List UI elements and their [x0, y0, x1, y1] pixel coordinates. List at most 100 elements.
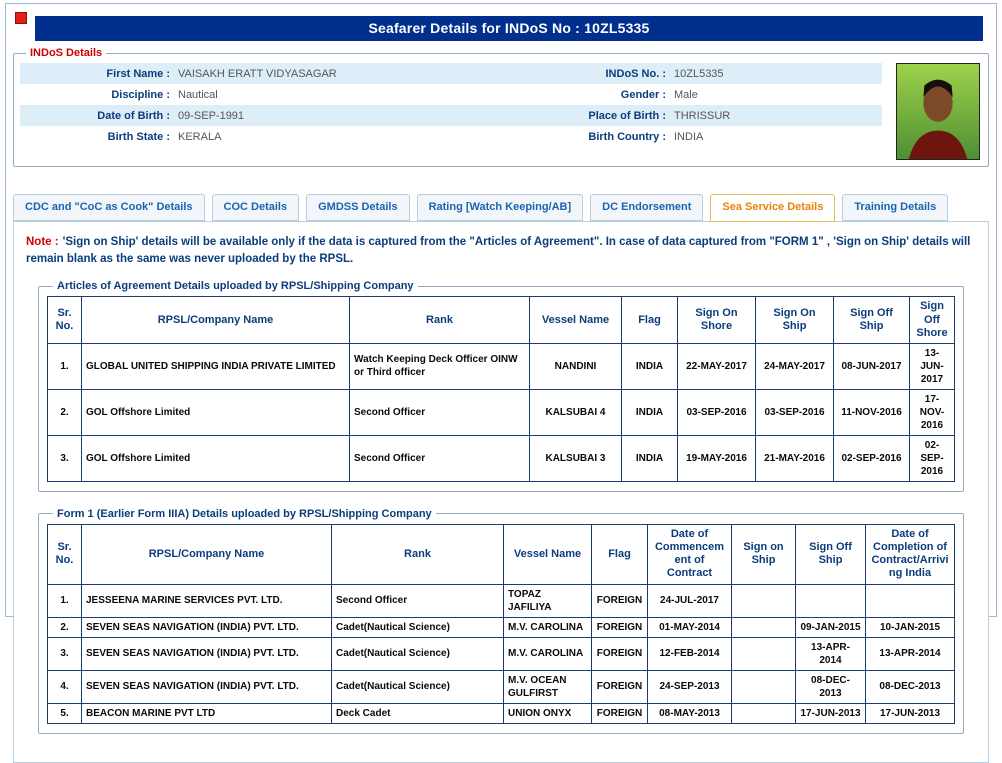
- table-cell: SEVEN SEAS NAVIGATION (INDIA) PVT. LTD.: [82, 637, 332, 670]
- detail-value: 10ZL5335: [674, 68, 882, 80]
- table-cell: INDIA: [622, 343, 678, 389]
- detail-label: Gender :: [516, 89, 666, 101]
- table-cell: 1.: [48, 584, 82, 617]
- column-header: Sign Off Shore: [910, 297, 955, 344]
- column-header: Vessel Name: [530, 297, 622, 344]
- header-row: Sr. No.RPSL/Company NameRankVessel NameF…: [48, 297, 955, 344]
- table-cell: [732, 617, 796, 637]
- table-cell: 11-NOV-2016: [834, 389, 910, 435]
- table-cell: GOL Offshore Limited: [82, 435, 350, 481]
- table-cell: Second Officer: [332, 584, 504, 617]
- tab-cdc-and-coc-as-cook-details[interactable]: CDC and "CoC as Cook" Details: [13, 194, 205, 221]
- table-cell: 22-MAY-2017: [678, 343, 756, 389]
- table-cell: SEVEN SEAS NAVIGATION (INDIA) PVT. LTD.: [82, 670, 332, 703]
- table-cell: 08-DEC-2013: [866, 670, 955, 703]
- column-header: Date of Commencement of Contract: [648, 524, 732, 584]
- detail-row: Date of Birth : 09-SEP-1991 Place of Birth…: [20, 105, 882, 126]
- table-row: 5.BEACON MARINE PVT LTDDeck CadetUNION O…: [48, 703, 955, 723]
- tab-dc-endorsement[interactable]: DC Endorsement: [590, 194, 703, 221]
- form1-legend: Form 1 (Earlier Form IIIA) Details uploa…: [53, 508, 436, 520]
- table-cell: 3.: [48, 637, 82, 670]
- table-cell: 21-MAY-2016: [756, 435, 834, 481]
- table-cell: UNION ONYX: [504, 703, 592, 723]
- table-cell: 09-JAN-2015: [796, 617, 866, 637]
- table-cell: 02-SEP-2016: [834, 435, 910, 481]
- table-cell: 2.: [48, 389, 82, 435]
- table-cell: 03-SEP-2016: [678, 389, 756, 435]
- tab-training-details[interactable]: Training Details: [842, 194, 948, 221]
- detail-value: 09-SEP-1991: [178, 110, 508, 122]
- table-row: 2.GOL Offshore LimitedSecond OfficerKALS…: [48, 389, 955, 435]
- column-header: Sign Off Ship: [834, 297, 910, 344]
- table-cell: INDIA: [622, 389, 678, 435]
- seafarer-photo: [896, 63, 980, 160]
- table-row: 3.SEVEN SEAS NAVIGATION (INDIA) PVT. LTD…: [48, 637, 955, 670]
- table-row: 1.GLOBAL UNITED SHIPPING INDIA PRIVATE L…: [48, 343, 955, 389]
- broken-image-icon: [15, 12, 27, 24]
- detail-value: Nautical: [178, 89, 508, 101]
- table-cell: 13-APR-2014: [796, 637, 866, 670]
- table-cell: FOREIGN: [592, 617, 648, 637]
- articles-legend: Articles of Agreement Details uploaded b…: [53, 280, 418, 292]
- table-cell: TOPAZ JAFILIYA: [504, 584, 592, 617]
- articles-table: Sr. No.RPSL/Company NameRankVessel NameF…: [47, 296, 955, 482]
- column-header: Rank: [332, 524, 504, 584]
- detail-label: Place of Birth :: [516, 110, 666, 122]
- table-cell: 4.: [48, 670, 82, 703]
- table-cell: BEACON MARINE PVT LTD: [82, 703, 332, 723]
- table-cell: JESSEENA MARINE SERVICES PVT. LTD.: [82, 584, 332, 617]
- table-cell: 24-SEP-2013: [648, 670, 732, 703]
- table-cell: Cadet(Nautical Science): [332, 617, 504, 637]
- table-cell: 08-MAY-2013: [648, 703, 732, 723]
- table-cell: FOREIGN: [592, 703, 648, 723]
- table-cell: 13-JUN-2017: [910, 343, 955, 389]
- table-cell: 17-JUN-2013: [866, 703, 955, 723]
- detail-label: Birth Country :: [516, 131, 666, 143]
- table-cell: GOL Offshore Limited: [82, 389, 350, 435]
- column-header: Sr. No.: [48, 524, 82, 584]
- table-cell: 5.: [48, 703, 82, 723]
- table-cell: 08-DEC-2013: [796, 670, 866, 703]
- table-cell: Second Officer: [350, 389, 530, 435]
- table-cell: 08-JUN-2017: [834, 343, 910, 389]
- detail-value: Male: [674, 89, 882, 101]
- table-cell: 13-APR-2014: [866, 637, 955, 670]
- tab-rating-watch-keeping-ab[interactable]: Rating [Watch Keeping/AB]: [417, 194, 584, 221]
- form1-table: Sr. No.RPSL/Company NameRankVessel NameF…: [47, 524, 955, 724]
- tab-coc-details[interactable]: COC Details: [212, 194, 300, 221]
- detail-value: KERALA: [178, 131, 508, 143]
- table-cell: 02-SEP-2016: [910, 435, 955, 481]
- articles-of-agreement-section: Articles of Agreement Details uploaded b…: [38, 280, 964, 492]
- table-cell: 10-JAN-2015: [866, 617, 955, 637]
- column-header: RPSL/Company Name: [82, 297, 350, 344]
- column-header: Date of Completion of Contract/Arriving …: [866, 524, 955, 584]
- column-header: Sign On Shore: [678, 297, 756, 344]
- indos-details-section: INDoS Details First Name :VAISAKH ERATT …: [13, 47, 989, 167]
- indos-details-legend: INDoS Details: [26, 47, 106, 59]
- table-cell: INDIA: [622, 435, 678, 481]
- table-cell: Watch Keeping Deck Officer OINW or Third…: [350, 343, 530, 389]
- table-cell: 1.: [48, 343, 82, 389]
- table-cell: FOREIGN: [592, 584, 648, 617]
- detail-label: Birth State :: [20, 131, 170, 143]
- table-cell: KALSUBAI 3: [530, 435, 622, 481]
- table-cell: M.V. CAROLINA: [504, 617, 592, 637]
- column-header: Flag: [622, 297, 678, 344]
- column-header: Vessel Name: [504, 524, 592, 584]
- table-cell: 2.: [48, 617, 82, 637]
- table-cell: M.V. OCEAN GULFIRST: [504, 670, 592, 703]
- header-row: Sr. No.RPSL/Company NameRankVessel NameF…: [48, 524, 955, 584]
- indos-details-body: First Name :VAISAKH ERATT VIDYASAGARINDo…: [20, 61, 982, 160]
- detail-label: Date of Birth :: [20, 110, 170, 122]
- tab-gmdss-details[interactable]: GMDSS Details: [306, 194, 409, 221]
- detail-value: THRISSUR: [674, 110, 882, 122]
- table-cell: Cadet(Nautical Science): [332, 670, 504, 703]
- page-title: Seafarer Details for INDoS No : 10ZL5335: [35, 16, 983, 41]
- table-cell: FOREIGN: [592, 637, 648, 670]
- table-cell: 24-MAY-2017: [756, 343, 834, 389]
- tab-sea-service-details[interactable]: Sea Service Details: [710, 194, 835, 222]
- table-cell: Second Officer: [350, 435, 530, 481]
- tab-panel: Note :'Sign on Ship' details will be ava…: [13, 221, 989, 763]
- detail-row: Birth State :KERALABirth Country :INDIA: [20, 126, 882, 147]
- table-cell: M.V. CAROLINA: [504, 637, 592, 670]
